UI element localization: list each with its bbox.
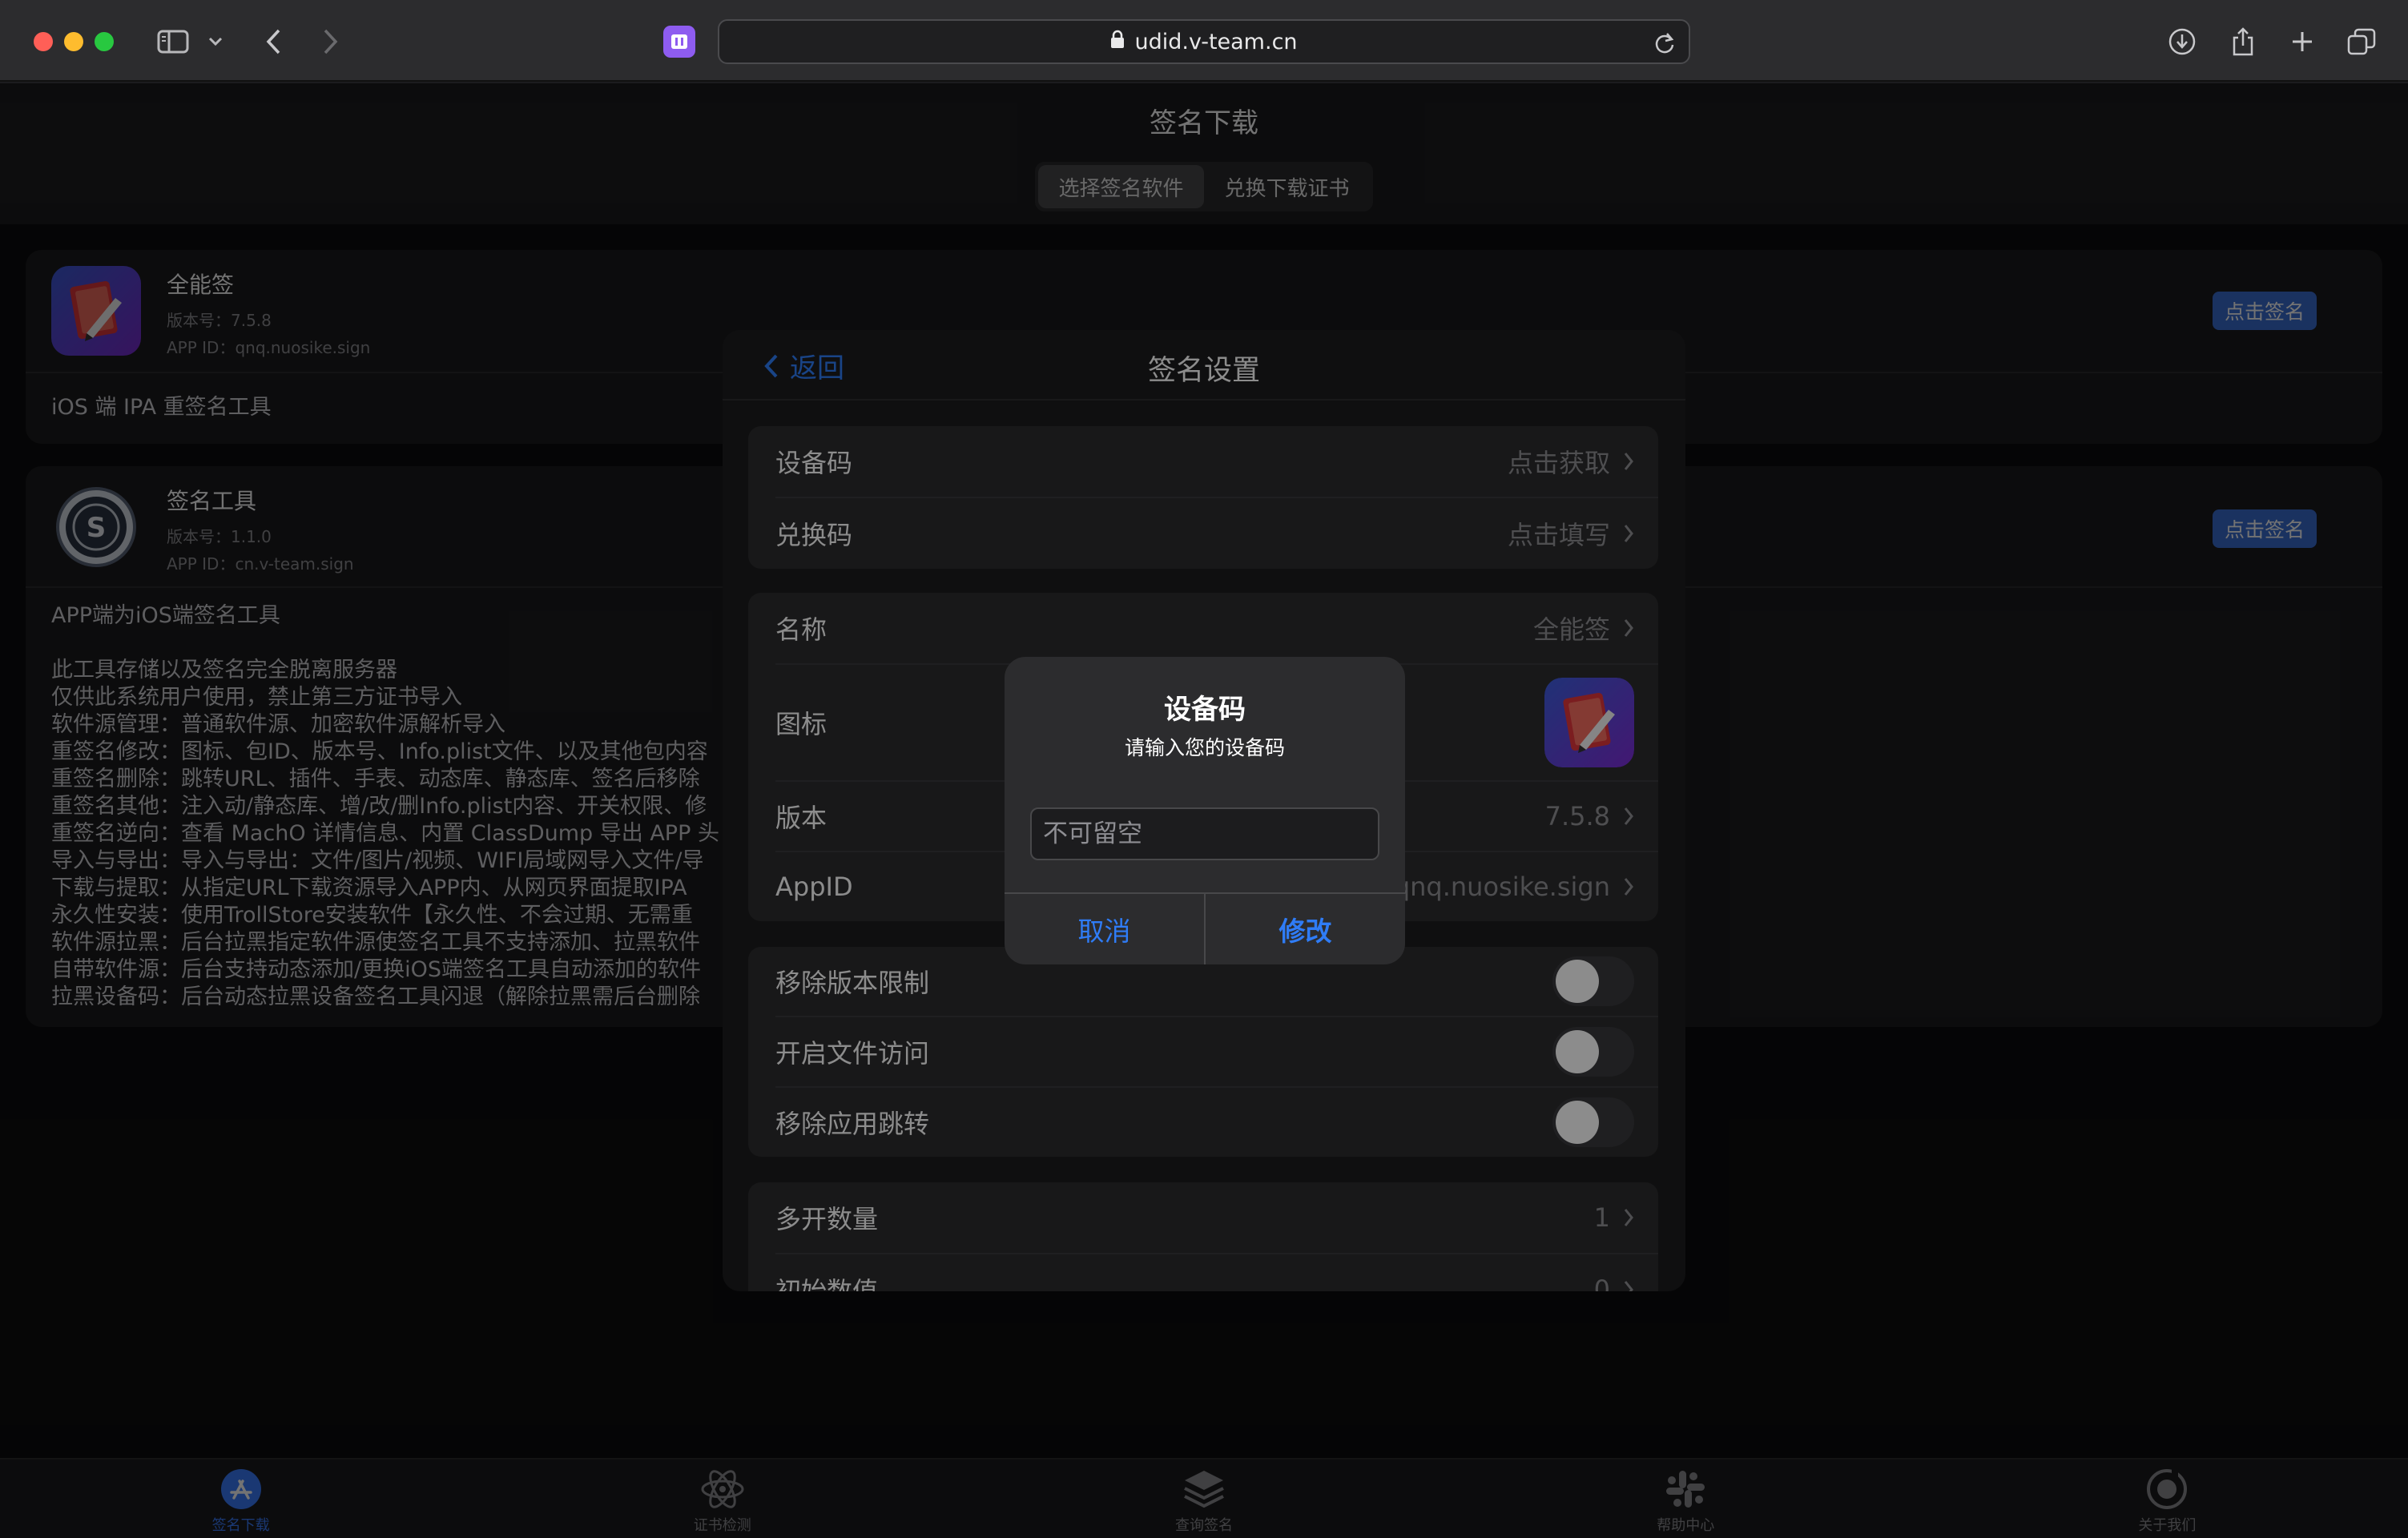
extension-icon[interactable] [663,26,695,58]
chevron-down-icon[interactable] [203,22,228,61]
tab-about-us[interactable]: 关于我们 [1927,1459,2408,1538]
new-tab-icon[interactable] [2285,22,2320,61]
app-store-icon [220,1469,261,1509]
slack-icon [1666,1471,1705,1508]
app-version: 版本号：7.5.8 [167,311,272,330]
page-title: 签名下载 [1150,107,1258,139]
segment-select-software[interactable]: 选择签名软件 [1038,165,1204,208]
minimize-window-button[interactable] [64,32,83,51]
alert-message: 请输入您的设备码 [1124,736,1285,759]
back-icon[interactable] [258,22,290,61]
alert-buttons: 取消 修改 [1005,892,1405,964]
svg-text:S: S [87,512,107,544]
app-description: APP端为iOS端签名工具 此工具存储以及签名完全脱离服务器 仅供此系统用户使用… [51,603,719,1009]
tab-label: 签名下载 [211,1517,270,1534]
app-id: APP ID：qnq.nuosike.sign [167,338,371,357]
app-name: 全能签 [167,272,235,298]
app-name: 签名工具 [167,488,257,514]
cancel-button[interactable]: 取消 [1005,894,1206,964]
lock-icon [1110,30,1125,54]
share-icon[interactable] [2225,22,2261,61]
layers-icon [1184,1471,1224,1508]
downloads-icon[interactable] [2164,22,2200,61]
tab-help-center[interactable]: 帮助中心 [1445,1459,1927,1538]
address-bar[interactable]: udid.v-team.cn [718,19,1690,64]
tab-label: 帮助中心 [1657,1517,1715,1534]
alert-title: 设备码 [1164,694,1246,726]
tab-label: 关于我们 [2138,1517,2197,1534]
sidebar-toggle-icon[interactable] [154,22,192,61]
tab-sign-download[interactable]: 签名下载 [0,1459,481,1538]
forward-icon[interactable] [314,22,346,61]
app-icon-quanneng [51,266,141,356]
app-id: APP ID：cn.v-team.sign [167,554,354,574]
page-header: 签名下载 选择签名软件 兑换下载证书 [0,83,2408,224]
device-code-input[interactable] [1030,807,1379,860]
url-text: udid.v-team.cn [1134,29,1298,54]
app-icon-sign-tool: S [51,482,141,572]
reload-icon[interactable] [1653,30,1676,60]
tab-label: 查询签名 [1175,1517,1233,1534]
tab-query-sign[interactable]: 查询签名 [963,1459,1444,1538]
tab-label: 证书检测 [693,1517,751,1534]
close-window-button[interactable] [34,32,53,51]
segment-redeem-certificate[interactable]: 兑换下载证书 [1204,165,1370,208]
tab-cert-check[interactable]: 证书检测 [481,1459,963,1538]
segmented-control: 选择签名软件 兑换下载证书 [1035,162,1373,211]
browser-toolbar: udid.v-team.cn [0,0,2408,82]
app-description: iOS 端 IPA 重签名工具 [51,395,272,420]
target-icon [2147,1469,2188,1509]
confirm-button[interactable]: 修改 [1206,894,1405,964]
bottom-tab-bar: 签名下载 证书检测 查询签名 帮助中心 关于我们 [0,1458,2408,1538]
app-version: 版本号：1.1.0 [167,527,272,546]
device-code-alert: 设备码 请输入您的设备码 取消 修改 [1005,657,1405,964]
atom-icon [701,1470,744,1508]
tab-overview-icon[interactable] [2344,22,2379,61]
sign-button[interactable]: 点击签名 [2213,292,2317,330]
zoom-window-button[interactable] [95,32,114,51]
sign-button[interactable]: 点击签名 [2213,509,2317,548]
